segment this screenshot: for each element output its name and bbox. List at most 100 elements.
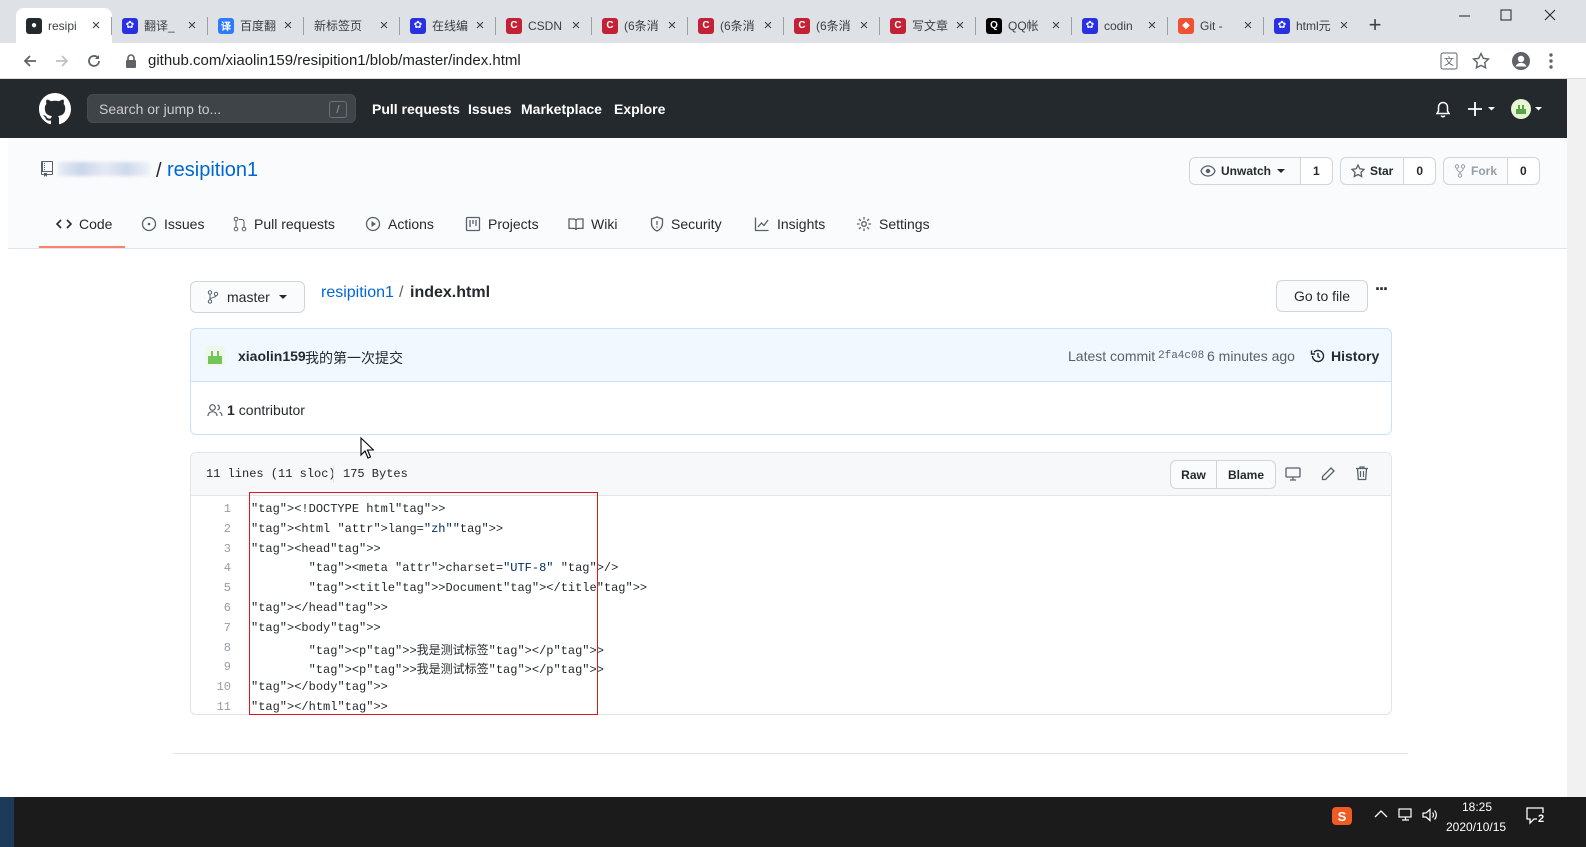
close-tab-icon[interactable]: × <box>184 17 200 34</box>
browser-tab[interactable]: 新标签页 × <box>304 8 400 43</box>
breadcrumb-repo-link[interactable]: resipition1 <box>321 284 394 302</box>
network-icon[interactable] <box>1398 807 1416 823</box>
user-avatar[interactable] <box>1510 98 1544 120</box>
browser-tab[interactable]: ✿ html元 × <box>1264 8 1360 43</box>
profile-icon[interactable] <box>1511 51 1531 71</box>
line-number[interactable]: 4 <box>191 561 231 575</box>
line-number[interactable]: 11 <box>191 700 231 714</box>
close-tab-icon[interactable]: × <box>1336 17 1352 34</box>
browser-tab[interactable]: ● resipi × <box>16 8 112 43</box>
desktop-display-icon[interactable] <box>1285 466 1301 482</box>
browser-menu-icon[interactable] <box>1548 52 1554 70</box>
line-number[interactable]: 1 <box>191 502 231 516</box>
go-to-file-button[interactable]: Go to file <box>1276 280 1368 312</box>
clock-date[interactable]: 2020/10/15 <box>1446 820 1506 834</box>
browser-tab[interactable]: C (6条消 × <box>592 8 688 43</box>
action-center-icon[interactable]: 2 <box>1525 805 1547 827</box>
blame-button[interactable]: Blame <box>1217 461 1275 488</box>
close-tab-icon[interactable]: × <box>472 17 488 34</box>
browser-tab[interactable]: 译百度翻 × <box>208 8 304 43</box>
page-scrollbar[interactable] <box>1567 79 1586 797</box>
close-tab-icon[interactable]: × <box>88 17 104 34</box>
address-bar[interactable]: github.com/xiaolin159/resipition1/blob/m… <box>148 52 521 69</box>
fork-count[interactable]: 0 <box>1508 158 1539 184</box>
close-tab-icon[interactable]: × <box>856 17 872 34</box>
trash-delete-icon[interactable] <box>1355 465 1369 481</box>
tab-actions[interactable]: Actions <box>365 216 434 232</box>
line-number[interactable]: 10 <box>191 680 231 694</box>
line-number[interactable]: 6 <box>191 601 231 615</box>
line-number[interactable]: 8 <box>191 641 231 655</box>
star-count[interactable]: 0 <box>1404 158 1436 184</box>
nav-issues[interactable]: Issues <box>468 101 512 117</box>
tab-wiki[interactable]: Wiki <box>568 216 617 232</box>
tab-projects[interactable]: Projects <box>465 216 539 232</box>
back-button[interactable] <box>16 47 44 75</box>
nav-marketplace[interactable]: Marketplace <box>521 101 602 117</box>
fork-button[interactable]: Fork 0 <box>1443 157 1540 185</box>
star-button[interactable]: Star 0 <box>1340 157 1437 185</box>
nav-pull-requests[interactable]: Pull requests <box>372 101 460 117</box>
minimize-icon[interactable] <box>1450 6 1480 26</box>
browser-tab[interactable]: C 写文章 × <box>880 8 976 43</box>
new-tab-button[interactable]: + <box>1362 12 1388 38</box>
browser-tab[interactable]: ✿ codin × <box>1072 8 1168 43</box>
line-number[interactable]: 9 <box>191 660 231 674</box>
commit-hash-link[interactable]: 2fa4c08 <box>1158 350 1204 362</box>
commit-author-avatar[interactable] <box>205 346 225 366</box>
volume-icon[interactable] <box>1421 807 1439 823</box>
nav-explore[interactable]: Explore <box>614 101 665 117</box>
tab-pull-requests[interactable]: Pull requests <box>233 216 335 232</box>
tab-settings[interactable]: Settings <box>856 216 930 232</box>
notifications-bell-icon[interactable] <box>1435 101 1451 118</box>
browser-tab[interactable]: C CSDN × <box>496 8 592 43</box>
browser-tab[interactable]: ✿ 在线编 × <box>400 8 496 43</box>
pencil-edit-icon[interactable] <box>1320 466 1336 482</box>
browser-tab[interactable]: C (6条消 × <box>784 8 880 43</box>
close-window-icon[interactable] <box>1536 6 1566 26</box>
close-tab-icon[interactable]: × <box>568 17 584 34</box>
sogou-input-icon[interactable]: S <box>1332 807 1352 825</box>
forward-button[interactable] <box>48 47 76 75</box>
more-options-icon[interactable]: ··· <box>1375 279 1389 300</box>
watch-button[interactable]: Unwatch 1 <box>1189 157 1333 185</box>
raw-button[interactable]: Raw <box>1171 461 1217 488</box>
line-number[interactable]: 3 <box>191 542 231 556</box>
branch-select-button[interactable]: master <box>190 281 305 313</box>
watch-count[interactable]: 1 <box>1301 158 1332 184</box>
tab-insights[interactable]: Insights <box>754 216 825 232</box>
contributors-link[interactable]: 1 contributor <box>207 402 305 418</box>
line-number[interactable]: 7 <box>191 621 231 635</box>
create-new-plus-icon[interactable] <box>1467 100 1497 118</box>
tab-issues[interactable]: Issues <box>141 216 204 232</box>
browser-tab[interactable]: ✿ 翻译_ × <box>112 8 208 43</box>
bookmark-star-icon[interactable] <box>1472 52 1490 70</box>
commit-message-link[interactable]: 我的第一次提交 <box>305 348 403 368</box>
browser-tab[interactable]: ◆ Git - × <box>1168 8 1264 43</box>
tab-security[interactable]: Security <box>650 216 722 232</box>
git-icon: ◆ <box>1178 17 1194 34</box>
browser-tab[interactable]: C (6条消 × <box>688 8 784 43</box>
tray-chevron-up-icon[interactable] <box>1374 809 1388 819</box>
close-tab-icon[interactable]: × <box>760 17 776 34</box>
translate-icon[interactable]: 文 <box>1440 52 1458 70</box>
close-tab-icon[interactable]: × <box>1048 17 1064 34</box>
tab-code[interactable]: Code <box>56 216 112 232</box>
commit-author-link[interactable]: xiaolin159 <box>238 348 306 364</box>
line-number[interactable]: 2 <box>191 522 231 536</box>
close-tab-icon[interactable]: × <box>1240 17 1256 34</box>
close-tab-icon[interactable]: × <box>952 17 968 34</box>
close-tab-icon[interactable]: × <box>376 17 392 34</box>
github-logo-icon[interactable] <box>39 93 71 125</box>
history-link[interactable]: History <box>1310 348 1379 364</box>
maximize-icon[interactable] <box>1492 6 1522 26</box>
close-tab-icon[interactable]: × <box>664 17 680 34</box>
reload-button[interactable] <box>80 47 108 75</box>
search-input[interactable]: Search or jump to... / <box>87 94 356 123</box>
repo-name-link[interactable]: resipition1 <box>167 159 258 182</box>
line-number[interactable]: 5 <box>191 581 231 595</box>
close-tab-icon[interactable]: × <box>1144 17 1160 34</box>
clock-time[interactable]: 18:25 <box>1462 800 1492 814</box>
browser-tab[interactable]: Q QQ帐 × <box>976 8 1072 43</box>
close-tab-icon[interactable]: × <box>280 17 296 34</box>
